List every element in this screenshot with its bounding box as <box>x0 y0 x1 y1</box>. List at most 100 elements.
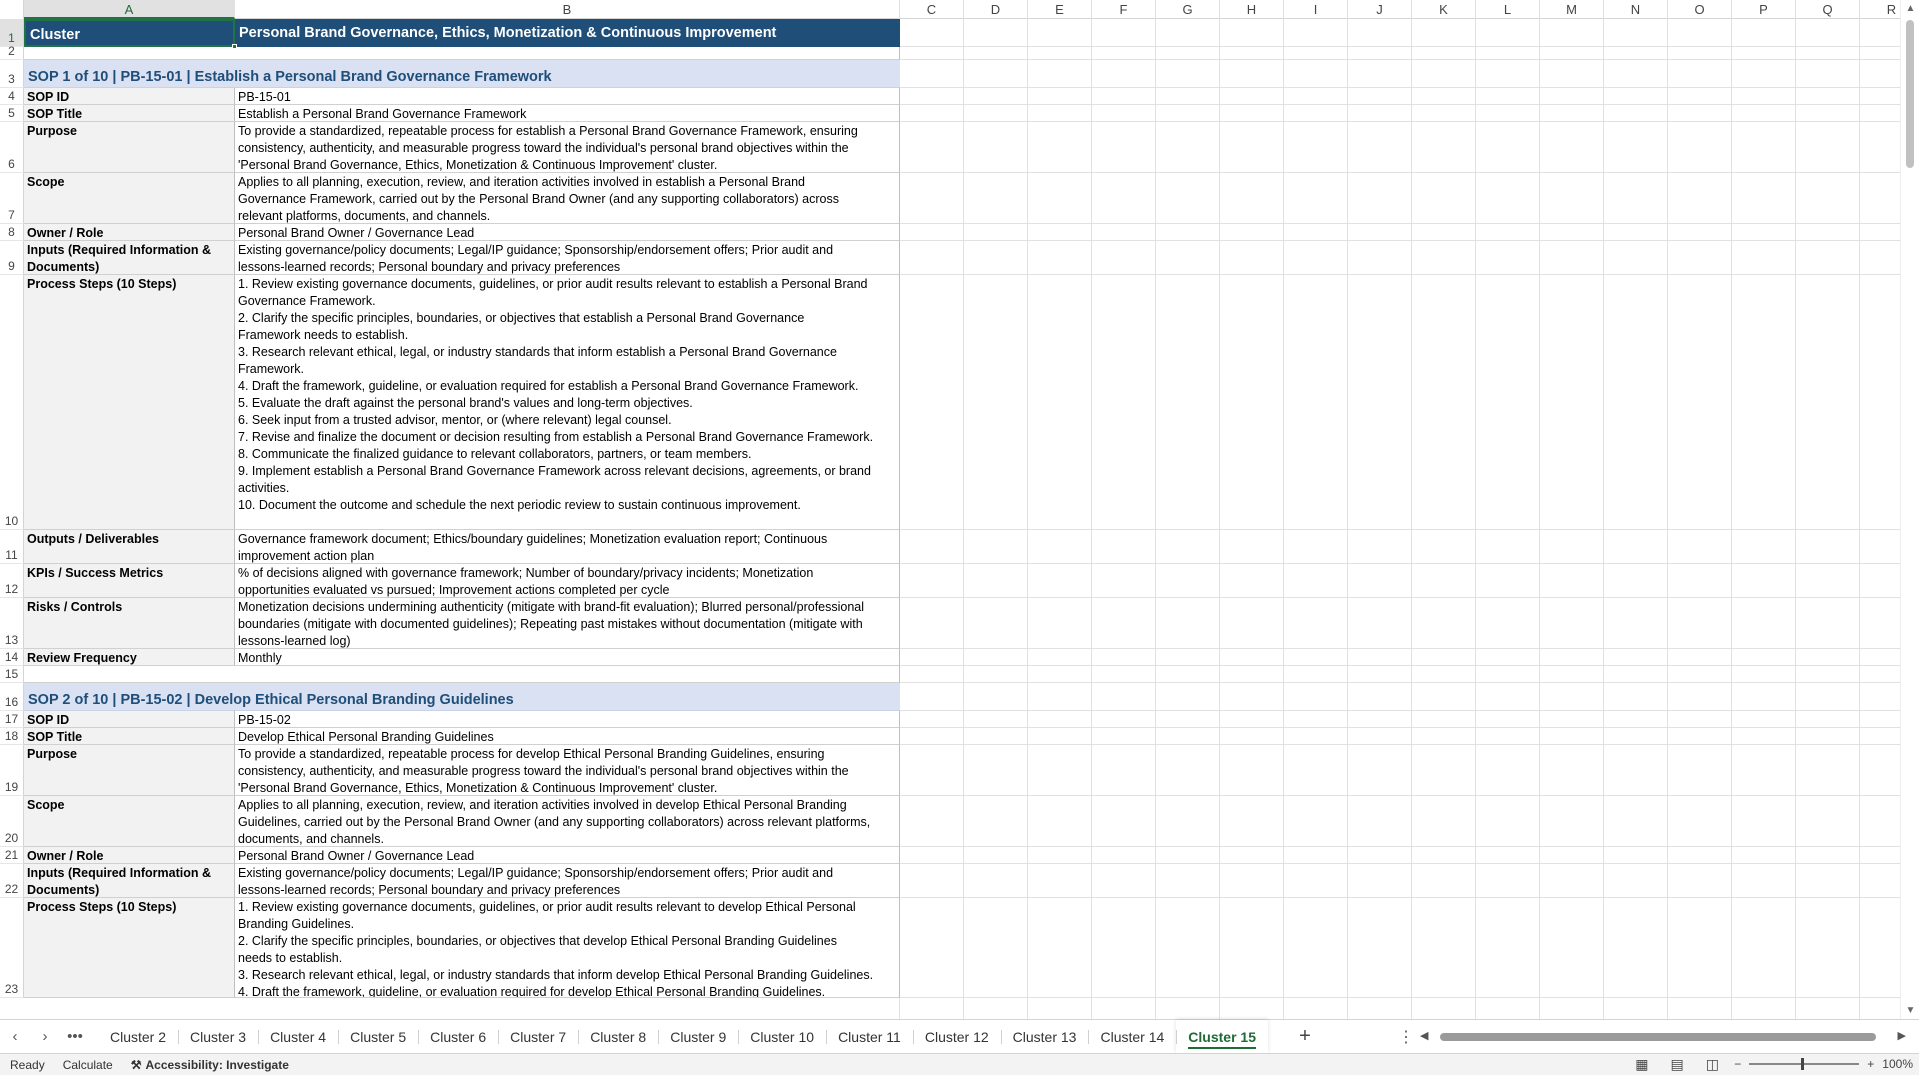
sheet-tab-cluster-5[interactable]: Cluster 5 <box>338 1020 418 1054</box>
sop-2-field-value-cell[interactable]: To provide a standardized, repeatable pr… <box>235 745 900 796</box>
sheet-tab-cluster-14[interactable]: Cluster 14 <box>1088 1020 1176 1054</box>
sop-1-field-value-cell[interactable]: Existing governance/policy documents; Le… <box>235 241 900 275</box>
sop-1-field-label-cell[interactable]: SOP ID <box>24 88 235 105</box>
accessibility-status[interactable]: ⚒ Accessibility: Investigate <box>131 1058 289 1072</box>
sop-1-field-label-cell[interactable]: Scope <box>24 173 235 224</box>
page-break-view-icon[interactable]: ◫ <box>1706 1056 1719 1073</box>
horizontal-scroll-thumb[interactable] <box>1440 1033 1876 1041</box>
sop-2-field-label-cell[interactable]: Owner / Role <box>24 847 235 864</box>
row-header-1[interactable]: 1 <box>0 19 24 47</box>
next-sheet-icon[interactable]: › <box>30 1028 60 1045</box>
sop-1-field-label-cell[interactable]: Owner / Role <box>24 224 235 241</box>
column-header-h[interactable]: H <box>1220 0 1284 19</box>
sop-2-field-label-cell[interactable]: Scope <box>24 796 235 847</box>
sop-1-field-value-cell[interactable]: Governance framework document; Ethics/bo… <box>235 530 900 564</box>
sop-2-field-label-cell[interactable]: Process Steps (10 Steps) <box>24 898 235 998</box>
column-header-q[interactable]: Q <box>1796 0 1860 19</box>
row-header-12[interactable]: 12 <box>0 564 24 598</box>
row-header-10[interactable]: 10 <box>0 275 24 530</box>
sop-2-field-label-cell[interactable]: SOP ID <box>24 711 235 728</box>
sop-1-field-label-cell[interactable]: SOP Title <box>24 105 235 122</box>
column-header-n[interactable]: N <box>1604 0 1668 19</box>
sop-2-field-label-cell[interactable]: Purpose <box>24 745 235 796</box>
sop-1-field-label-cell[interactable]: Outputs / Deliverables <box>24 530 235 564</box>
page-layout-view-icon[interactable]: ▤ <box>1671 1056 1684 1073</box>
sop-1-field-label-cell[interactable]: Review Frequency <box>24 649 235 666</box>
sheet-tab-cluster-3[interactable]: Cluster 3 <box>178 1020 258 1054</box>
scroll-left-icon[interactable]: ◀ <box>1420 1029 1428 1042</box>
row-header-17[interactable]: 17 <box>0 711 24 728</box>
sheet-tab-cluster-13[interactable]: Cluster 13 <box>1000 1020 1089 1054</box>
sop-2-field-value-cell[interactable]: 1. Review existing governance documents,… <box>235 898 900 998</box>
sop-2-field-label-cell[interactable]: SOP Title <box>24 728 235 745</box>
sop-2-header[interactable]: SOP 2 of 10 | PB-15-02 | Develop Ethical… <box>24 683 900 711</box>
column-header-c[interactable]: C <box>900 0 964 19</box>
column-header-j[interactable]: J <box>1348 0 1412 19</box>
sheet-tab-cluster-2[interactable]: Cluster 2 <box>98 1020 178 1054</box>
vertical-scrollbar[interactable]: ▲ ▼ <box>1900 0 1919 1019</box>
row-header-19[interactable]: 19 <box>0 745 24 796</box>
normal-view-icon[interactable]: ▦ <box>1635 1056 1648 1073</box>
column-header-e[interactable]: E <box>1028 0 1092 19</box>
scroll-up-icon[interactable]: ▲ <box>1901 3 1919 14</box>
prev-sheet-icon[interactable]: ‹ <box>0 1028 30 1045</box>
sop-1-field-label-cell[interactable]: Process Steps (10 Steps) <box>24 275 235 530</box>
sop-1-field-label-cell[interactable]: Risks / Controls <box>24 598 235 649</box>
row-header-4[interactable]: 4 <box>0 88 24 105</box>
column-header-r[interactable]: R <box>1860 0 1900 19</box>
cluster-title-value-cell[interactable]: Personal Brand Governance, Ethics, Monet… <box>235 19 900 47</box>
row-header-16[interactable]: 16 <box>0 683 24 711</box>
cell-area[interactable]: Cluster Personal Brand Governance, Ethics… <box>24 19 1900 1019</box>
row-header-18[interactable]: 18 <box>0 728 24 745</box>
sop-1-field-label-cell[interactable]: Inputs (Required Information & Documents… <box>24 241 235 275</box>
more-sheets-icon[interactable]: ••• <box>60 1028 90 1045</box>
row-header-23[interactable]: 23 <box>0 898 24 998</box>
sop-1-header[interactable]: SOP 1 of 10 | PB-15-01 | Establish a Per… <box>24 60 900 88</box>
column-header-o[interactable]: O <box>1668 0 1732 19</box>
sop-1-field-label-cell[interactable]: KPIs / Success Metrics <box>24 564 235 598</box>
sop-1-field-value-cell[interactable]: PB-15-01 <box>235 88 900 105</box>
row-header-20[interactable]: 20 <box>0 796 24 847</box>
sheet-tab-cluster-7[interactable]: Cluster 7 <box>498 1020 578 1054</box>
scroll-right-icon[interactable]: ▶ <box>1898 1029 1906 1042</box>
sheet-tab-cluster-6[interactable]: Cluster 6 <box>418 1020 498 1054</box>
sop-2-field-value-cell[interactable]: Develop Ethical Personal Branding Guidel… <box>235 728 900 745</box>
row-header-5[interactable]: 5 <box>0 105 24 122</box>
sop-1-field-value-cell[interactable]: Monthly <box>235 649 900 666</box>
blank-row[interactable] <box>24 666 900 683</box>
row-header-9[interactable]: 9 <box>0 241 24 275</box>
row-header-13[interactable]: 13 <box>0 598 24 649</box>
row-header-15[interactable]: 15 <box>0 666 24 683</box>
sop-1-field-value-cell[interactable]: % of decisions aligned with governance f… <box>235 564 900 598</box>
zoom-level[interactable]: 100% <box>1882 1057 1913 1071</box>
sheet-tab-cluster-8[interactable]: Cluster 8 <box>578 1020 658 1054</box>
zoom-out-icon[interactable]: − <box>1734 1057 1741 1071</box>
sop-2-field-label-cell[interactable]: Inputs (Required Information & Documents… <box>24 864 235 898</box>
spreadsheet-grid[interactable]: ABCDEFGHIJKLMNOPQR 1 2 3 4 5 6 7 8 9 10 11 12 13 14 15… <box>0 0 1900 1019</box>
blank-row[interactable] <box>24 47 900 60</box>
sop-1-field-value-cell[interactable]: 1. Review existing governance documents,… <box>235 275 900 530</box>
sop-1-field-value-cell[interactable]: Monetization decisions undermining authe… <box>235 598 900 649</box>
sheet-tab-cluster-10[interactable]: Cluster 10 <box>738 1020 826 1054</box>
sop-1-field-value-cell[interactable]: Establish a Personal Brand Governance Fr… <box>235 105 900 122</box>
column-header-l[interactable]: L <box>1476 0 1540 19</box>
sop-1-field-value-cell[interactable]: Applies to all planning, execution, revi… <box>235 173 900 224</box>
cluster-title-label-cell[interactable]: Cluster <box>24 19 235 47</box>
sheet-tab-cluster-15[interactable]: Cluster 15 <box>1176 1019 1268 1054</box>
sheet-tab-cluster-4[interactable]: Cluster 4 <box>258 1020 338 1054</box>
row-header-3[interactable]: 3 <box>0 60 24 88</box>
zoom-slider-knob[interactable] <box>1801 1058 1805 1070</box>
sop-2-field-value-cell[interactable]: Applies to all planning, execution, revi… <box>235 796 900 847</box>
sheet-tab-cluster-11[interactable]: Cluster 11 <box>826 1020 913 1054</box>
sop-2-field-value-cell[interactable]: Existing governance/policy documents; Le… <box>235 864 900 898</box>
row-header-6[interactable]: 6 <box>0 122 24 173</box>
vertical-scroll-thumb[interactable] <box>1906 20 1914 168</box>
row-header-2[interactable]: 2 <box>0 44 24 60</box>
horizontal-scrollbar[interactable]: ◀ ▶ <box>1418 1030 1908 1044</box>
sop-2-field-value-cell[interactable]: PB-15-02 <box>235 711 900 728</box>
sop-1-field-value-cell[interactable]: To provide a standardized, repeatable pr… <box>235 122 900 173</box>
select-all-corner[interactable] <box>0 0 24 19</box>
column-header-b[interactable]: B <box>235 0 900 19</box>
sop-1-field-label-cell[interactable]: Purpose <box>24 122 235 173</box>
column-header-p[interactable]: P <box>1732 0 1796 19</box>
